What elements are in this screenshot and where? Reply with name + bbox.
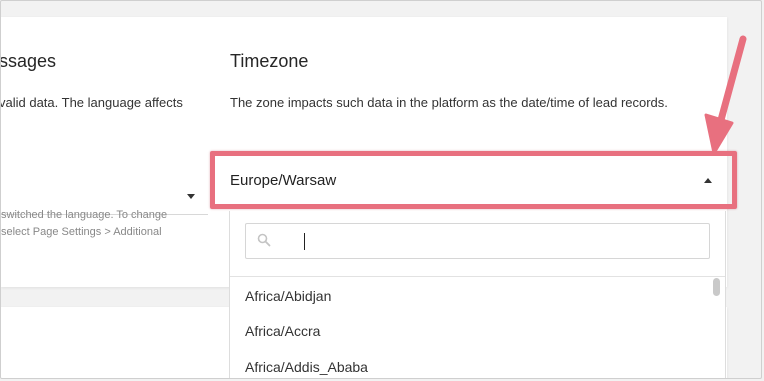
arrow-icon [704, 35, 747, 155]
timezone-description: The zone impacts such data in the platfo… [230, 95, 668, 110]
language-hint-line-2: select Page Settings > Additional [1, 226, 162, 238]
timezone-search-box[interactable] [245, 223, 710, 259]
timezone-dropdown: Africa/Abidjan Africa/Accra Africa/Addis… [229, 211, 726, 378]
language-description: valid data. The language affects [0, 95, 183, 110]
search-icon [257, 233, 271, 252]
text-cursor [304, 233, 305, 250]
timezone-option[interactable]: Africa/Accra [245, 323, 320, 339]
screenshot-frame: ssages valid data. The language affects … [0, 0, 762, 379]
timezone-search-input[interactable] [304, 231, 684, 251]
timezone-highlight-box [210, 151, 737, 209]
scroll-thumb[interactable] [713, 278, 720, 296]
timezone-option[interactable]: Africa/Addis_Ababa [245, 359, 368, 375]
dropdown-scrollbar[interactable] [711, 278, 721, 378]
caret-down-icon [187, 194, 195, 199]
dropdown-divider [230, 276, 725, 277]
language-section-title: ssages [0, 51, 57, 71]
timezone-option[interactable]: Africa/Abidjan [245, 288, 331, 304]
timezone-section-title: Timezone [230, 51, 309, 71]
